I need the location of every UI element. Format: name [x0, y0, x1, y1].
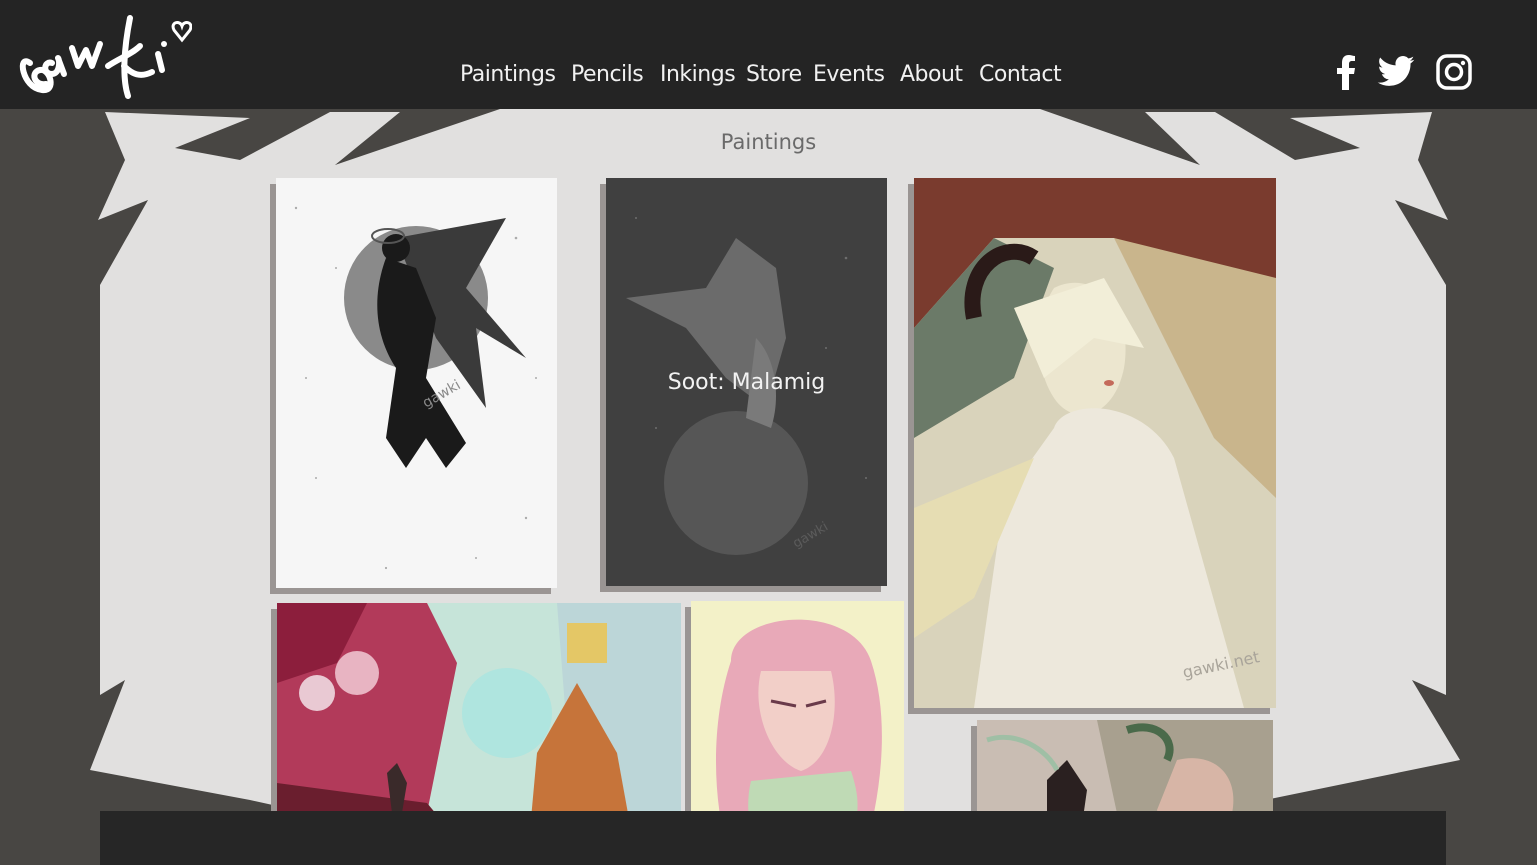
nav-events[interactable]: Events — [813, 62, 885, 87]
artwork-card-soot-malamig[interactable]: gawki Soot: Malamig — [606, 178, 887, 586]
nav-about[interactable]: About — [900, 62, 963, 87]
nav-inkings[interactable]: Inkings — [660, 62, 736, 87]
nav-contact[interactable]: Contact — [979, 62, 1062, 87]
nav-pencils[interactable]: Pencils — [571, 62, 644, 87]
artwork-card-pink-hair-portrait[interactable] — [691, 601, 904, 811]
instagram-icon[interactable] — [1434, 52, 1474, 92]
main-nav: Paintings Pencils Inkings Store Events A… — [0, 62, 1537, 94]
artwork-card-pale-angel[interactable]: gawki.net — [914, 178, 1276, 708]
footer-bar — [100, 811, 1446, 865]
artwork-card-horned-portrait[interactable] — [977, 720, 1273, 811]
artwork-card-castle-landscape[interactable] — [277, 603, 681, 811]
nav-paintings[interactable]: Paintings — [460, 62, 556, 87]
header: Paintings Pencils Inkings Store Events A… — [0, 0, 1537, 109]
artwork-hover-overlay[interactable]: Soot: Malamig — [606, 178, 887, 586]
gallery-grid: gawki gawki Soot: Malamig — [0, 0, 1537, 811]
page-title: Paintings — [720, 130, 817, 154]
artwork-card-angel-silhouette[interactable]: gawki — [276, 178, 557, 588]
twitter-icon[interactable] — [1374, 52, 1418, 92]
nav-store[interactable]: Store — [746, 62, 802, 87]
artwork-hover-title: Soot: Malamig — [667, 369, 826, 395]
facebook-icon[interactable] — [1326, 52, 1366, 92]
